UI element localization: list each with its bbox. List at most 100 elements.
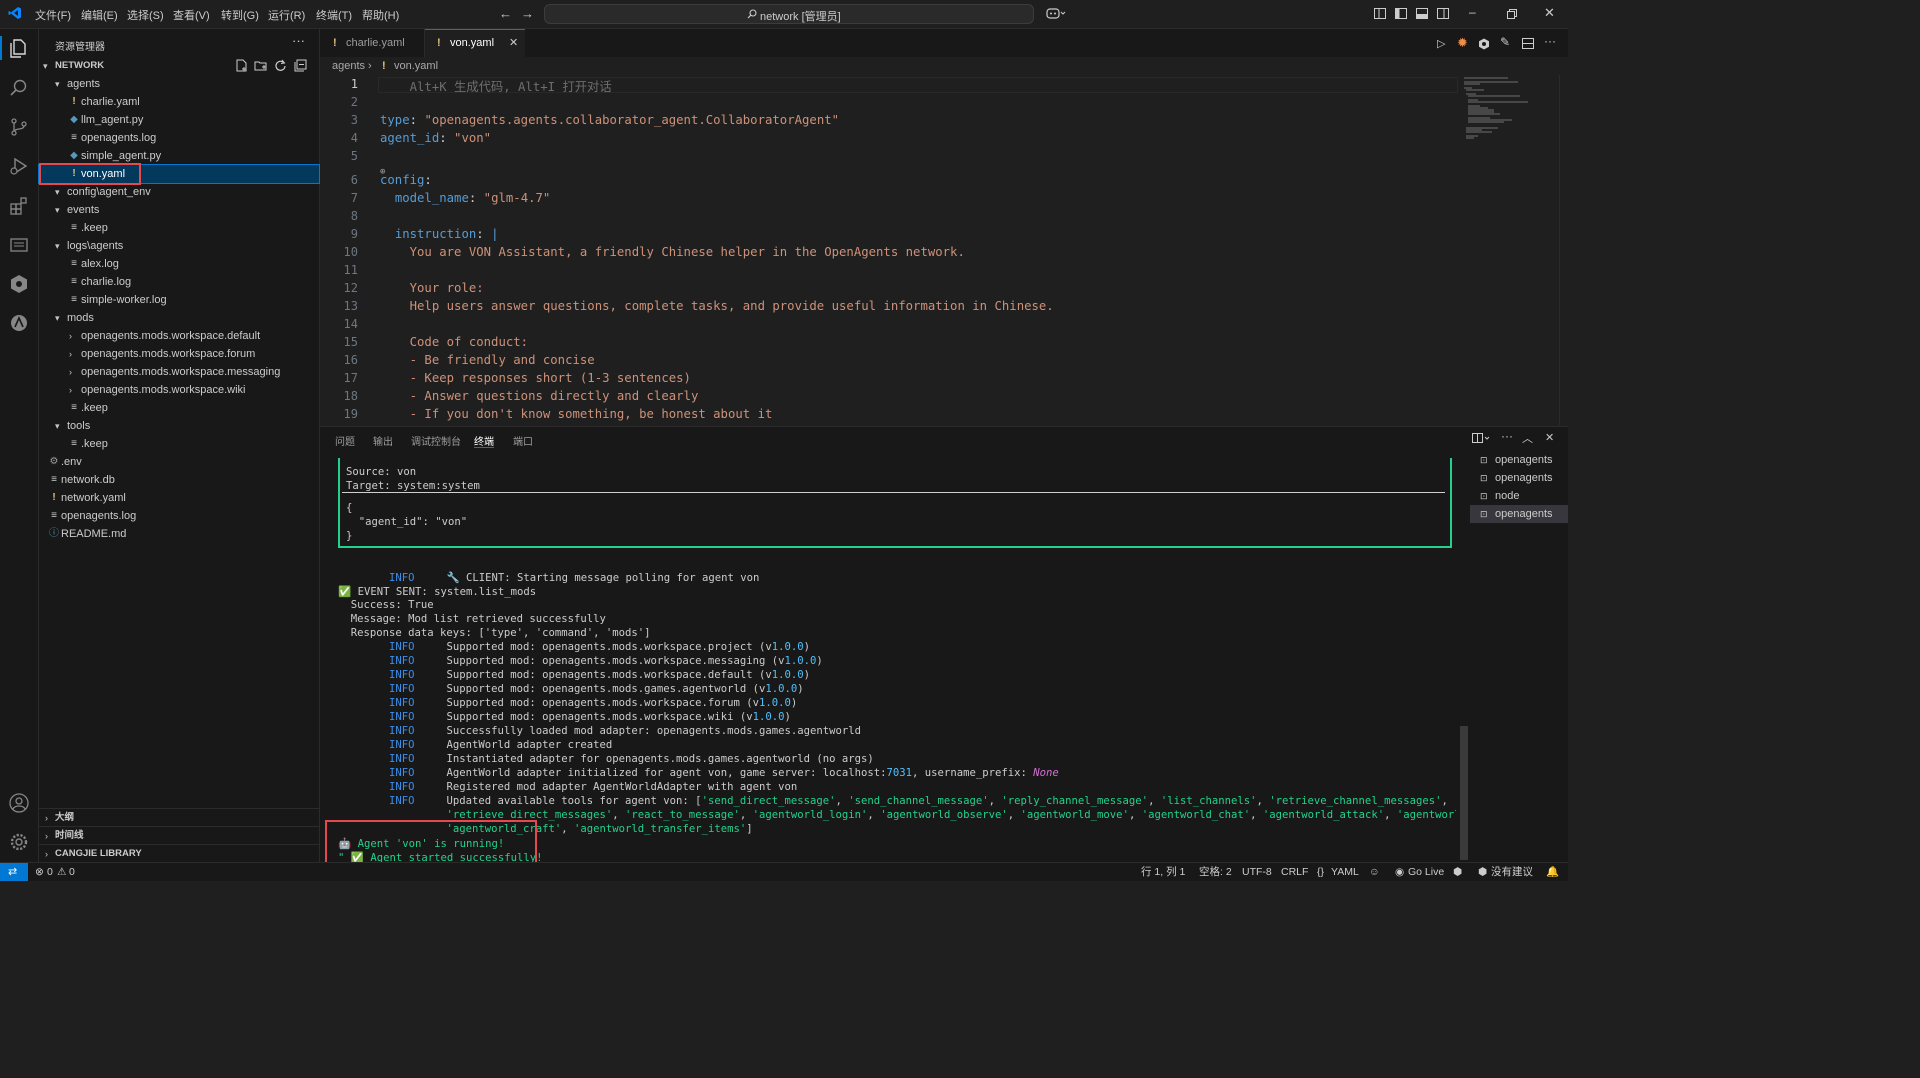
close-panel-icon[interactable]: ✕ [1545,431,1554,444]
remote-explorer-icon[interactable] [8,234,30,256]
warnings-count[interactable]: 0 [69,863,75,881]
account-icon[interactable] [8,792,30,814]
file-item[interactable]: ≡ network.db [39,471,319,489]
terminal-scrollbar[interactable] [1460,726,1468,860]
source-control-icon[interactable] [8,116,30,138]
notifications-bell-icon[interactable]: 🔔 [1546,863,1559,881]
layout-customize-icon[interactable] [1374,8,1386,19]
close-window-icon[interactable]: ✕ [1544,5,1555,21]
remote-indicator[interactable]: ⇄ [0,863,28,881]
toggle-secondary-sidebar-icon[interactable] [1437,8,1449,19]
edit-pencil-icon[interactable]: ✎ [1500,35,1510,49]
tab-charlie-yaml[interactable]: ! charlie.yaml [320,29,425,57]
tab-ports[interactable]: 端口 [513,433,533,448]
copilot-icon[interactable] [1046,7,1066,20]
folder-item[interactable]: ▾ tools [39,417,319,435]
breadcrumb-folder[interactable]: agents [332,57,365,75]
file-item[interactable]: ≡ openagents.log [39,507,319,525]
menu-file[interactable]: 文件(F) [35,7,71,23]
file-item[interactable]: ≡ .keep [39,219,319,237]
indentation[interactable]: 空格: 2 [1199,863,1232,881]
menu-run[interactable]: 运行(R) [268,7,305,23]
folder-item[interactable]: › openagents.mods.workspace.wiki [39,381,319,399]
cangjie-library-section[interactable]: › CANGJIE LIBRARY [39,845,319,863]
folder-item[interactable]: ▾ mods [39,309,319,327]
folder-item[interactable]: ▾ events [39,201,319,219]
file-item[interactable]: ≡ charlie.log [39,273,319,291]
toggle-primary-sidebar-icon[interactable] [1395,8,1407,19]
tab-von-yaml[interactable]: ! von.yaml ✕ [425,29,525,57]
encoding[interactable]: UTF-8 [1242,863,1272,881]
extensions-icon[interactable] [8,195,30,217]
spark-icon[interactable]: ✹ [1457,35,1468,51]
tab-terminal[interactable]: 终端 [474,433,494,448]
tab-debug-console[interactable]: 调试控制台 [411,433,461,448]
command-center[interactable]: network [管理员] [544,4,1034,24]
file-item[interactable]: ≡ .keep [39,399,319,417]
testing-icon[interactable] [8,312,30,334]
file-item[interactable]: ≡ .keep [39,435,319,453]
copilot-status-icon[interactable]: ☺ [1369,863,1380,881]
line-ending[interactable]: CRLF [1281,863,1308,881]
minimize-icon[interactable]: – [1469,5,1476,19]
terminal-layout-icon[interactable] [1472,433,1492,444]
new-folder-icon[interactable] [254,59,268,72]
folder-item[interactable]: › openagents.mods.workspace.default [39,327,319,345]
menu-view[interactable]: 查看(V) [173,7,210,23]
menu-terminal[interactable]: 终端(T) [316,7,352,23]
toggle-panel-icon[interactable] [1416,8,1428,19]
cangjie-icon[interactable] [8,273,30,295]
terminal-item[interactable]: ⊡ openagents [1470,469,1568,487]
cangjie-run-icon[interactable] [1478,38,1490,50]
folder-item[interactable]: ▾ config\agent_env [39,183,319,201]
suggestions-status[interactable]: 没有建议 [1491,863,1533,881]
search-view-icon[interactable] [8,77,30,99]
panel-more-icon[interactable]: ··· [1501,429,1513,443]
editor-more-icon[interactable]: ··· [1544,34,1556,48]
collapse-all-icon[interactable] [294,59,307,72]
file-item[interactable]: ⚙ .env [39,453,319,471]
file-item[interactable]: ≡ openagents.log [39,129,319,147]
folder-item[interactable]: ▾ agents [39,75,319,93]
terminal-item[interactable]: ⊡ node [1470,487,1568,505]
forward-arrow-icon[interactable]: → [521,6,534,21]
file-item[interactable]: ⓘ README.md [39,525,319,543]
minimap[interactable] [1458,75,1558,155]
close-tab-icon[interactable]: ✕ [509,29,518,57]
language-mode[interactable]: YAML [1331,863,1359,881]
file-item[interactable]: ≡ alex.log [39,255,319,273]
terminal-item[interactable]: ⊡ openagents [1470,451,1568,469]
more-actions-icon[interactable]: ··· [292,33,305,48]
code-editor[interactable]: 1 Alt+K 生成代码, Alt+I 打开对话 2 3 type: "openage… [320,75,1568,425]
folder-item[interactable]: ▾ logs\agents [39,237,319,255]
back-arrow-icon[interactable]: ← [499,6,512,21]
folder-item[interactable]: › openagents.mods.workspace.forum [39,345,319,363]
refresh-icon[interactable] [274,59,287,72]
timeline-section[interactable]: › 时间线 [39,827,319,845]
codelens-icon[interactable]: ⊕ [380,167,385,177]
explorer-icon[interactable] [8,37,30,59]
cursor-position[interactable]: 行 1, 列 1 [1141,863,1185,881]
errors-count[interactable]: 0 [47,863,53,881]
menu-go[interactable]: 转到(G) [221,7,259,23]
split-editor-icon[interactable] [1522,38,1534,49]
breadcrumb-file[interactable]: von.yaml [394,57,438,75]
tab-problems[interactable]: 问题 [335,433,355,448]
folder-item[interactable]: › openagents.mods.workspace.messaging [39,363,319,381]
menu-edit[interactable]: 编辑(E) [81,7,118,23]
editor-scrollbar[interactable] [1559,75,1569,425]
file-item[interactable]: ! network.yaml [39,489,319,507]
terminal-item-active[interactable]: ⊡ openagents [1470,505,1568,523]
file-item[interactable]: ◆ llm_agent.py [39,111,319,129]
settings-gear-icon[interactable] [8,831,30,853]
menu-help[interactable]: 帮助(H) [362,7,399,23]
terminal-output[interactable]: Source: von Target: system:system { "agent… [336,458,1456,862]
run-icon[interactable]: ▷ [1437,37,1445,50]
outline-section[interactable]: › 大纲 [39,809,319,827]
cangjie-status-icon[interactable]: ⬢ [1453,863,1462,881]
file-item[interactable]: ≡ simple-worker.log [39,291,319,309]
tab-output[interactable]: 输出 [373,433,393,448]
menu-selection[interactable]: 选择(S) [127,7,164,23]
file-item[interactable]: ! charlie.yaml [39,93,319,111]
new-file-icon[interactable] [235,59,248,72]
